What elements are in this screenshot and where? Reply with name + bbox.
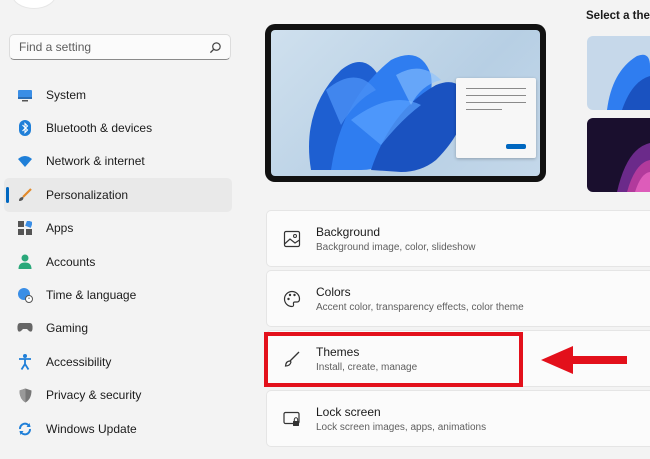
- card-title: Themes: [316, 345, 360, 359]
- card-subtitle: Background image, color, slideshow: [316, 242, 476, 253]
- sidebar-item-time-language[interactable]: Time & language: [4, 278, 232, 311]
- wifi-icon: [17, 153, 33, 169]
- theme-thumbnail-dark[interactable]: [587, 118, 650, 192]
- arrow-left-icon: [541, 346, 627, 374]
- card-lock-screen[interactable]: Lock screen Lock screen images, apps, an…: [266, 390, 650, 447]
- sidebar-item-personalization[interactable]: Personalization: [4, 178, 232, 212]
- sidebar-item-network[interactable]: Network & internet: [4, 145, 232, 178]
- monitor-icon: [17, 87, 33, 103]
- brush-icon: [17, 187, 33, 203]
- sidebar-item-label: System: [46, 87, 87, 102]
- sidebar-item-label: Personalization: [46, 187, 129, 202]
- sidebar-item-privacy[interactable]: Privacy & security: [4, 379, 232, 412]
- card-title: Background: [316, 225, 381, 239]
- sidebar-item-label: Gaming: [46, 321, 89, 336]
- palette-icon: [283, 290, 301, 308]
- search-icon[interactable]: [209, 41, 222, 54]
- search-input[interactable]: [10, 35, 209, 59]
- sidebar-item-label: Accessibility: [46, 354, 112, 369]
- preview-wallpaper: [271, 30, 540, 176]
- card-subtitle: Install, create, manage: [316, 362, 418, 373]
- person-icon: [17, 254, 33, 270]
- card-subtitle: Lock screen images, apps, animations: [316, 422, 487, 433]
- card-title: Colors: [316, 285, 351, 299]
- avatar[interactable]: [12, 0, 56, 8]
- sidebar-item-label: Windows Update: [46, 421, 137, 436]
- sidebar-item-label: Privacy & security: [46, 388, 142, 403]
- sidebar-item-label: Network & internet: [46, 154, 145, 169]
- gamepad-icon: [17, 320, 33, 336]
- sidebar-item-bluetooth[interactable]: Bluetooth & devices: [4, 111, 232, 144]
- active-indicator: [6, 187, 9, 204]
- sidebar-item-windows-update[interactable]: Windows Update: [4, 412, 232, 445]
- theme-thumbnail-bloom[interactable]: [587, 36, 650, 110]
- sidebar-item-gaming[interactable]: Gaming: [4, 312, 232, 345]
- sidebar-item-label: Apps: [46, 221, 74, 236]
- preview-window: [456, 78, 536, 158]
- sidebar-item-label: Time & language: [46, 288, 137, 303]
- accessibility-icon: [17, 353, 33, 370]
- update-icon: [17, 421, 33, 437]
- lock-screen-icon: [283, 411, 300, 426]
- card-background[interactable]: Background Background image, color, slid…: [266, 210, 650, 267]
- theme-preview: [265, 24, 546, 182]
- card-subtitle: Accent color, transparency effects, colo…: [316, 302, 524, 313]
- brush-icon: [284, 351, 300, 367]
- card-colors[interactable]: Colors Accent color, transparency effect…: [266, 270, 650, 327]
- sidebar-item-label: Bluetooth & devices: [46, 121, 153, 136]
- shield-icon: [17, 387, 33, 403]
- globe-clock-icon: [17, 287, 33, 304]
- select-theme-label: Select a ther: [586, 10, 650, 22]
- sidebar-item-accessibility[interactable]: Accessibility: [4, 345, 232, 378]
- sidebar-nav: System Bluetooth & devices Network & int…: [0, 78, 240, 445]
- search-box[interactable]: [9, 34, 231, 60]
- sidebar-item-apps[interactable]: Apps: [4, 212, 232, 245]
- sidebar-item-label: Accounts: [46, 254, 96, 269]
- sidebar-item-accounts[interactable]: Accounts: [4, 245, 232, 278]
- apps-icon: [17, 220, 33, 236]
- bluetooth-icon: [17, 120, 33, 137]
- image-icon: [283, 230, 301, 248]
- sidebar-item-system[interactable]: System: [4, 78, 232, 111]
- card-title: Lock screen: [316, 405, 381, 419]
